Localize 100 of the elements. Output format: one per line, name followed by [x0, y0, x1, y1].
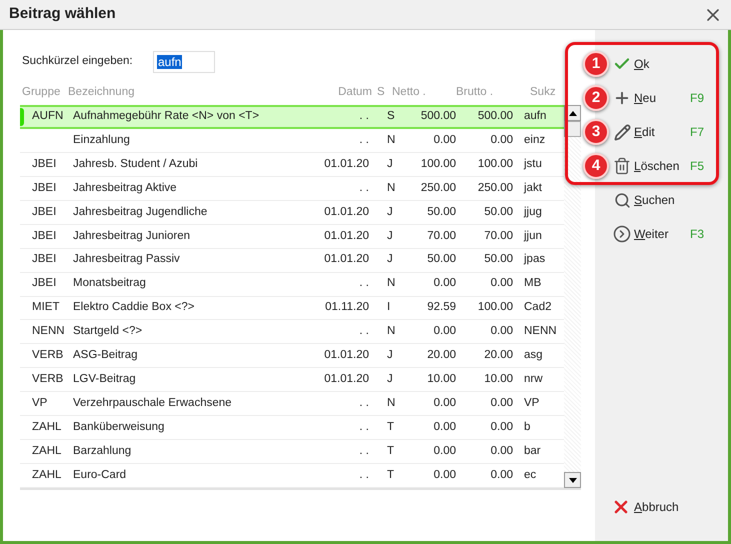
- type-cell-text: J: [387, 204, 394, 220]
- edit-button[interactable]: Edit: [634, 123, 690, 141]
- code-cell-text: MB: [524, 276, 542, 292]
- group-cell-text: JBEI: [32, 204, 58, 220]
- group-cell-text: VERB: [32, 372, 64, 388]
- window-title: Beitrag wählen: [9, 4, 116, 24]
- table-row[interactable]: JBEI Jahresbeitrag Passiv 01.01.20 J 50.00 50.00 jpas: [20, 248, 564, 273]
- net-cell-text: 50.00: [426, 204, 456, 220]
- shortcut-label: F3: [690, 226, 704, 243]
- net-cell-text: 10.00: [426, 372, 456, 388]
- name-cell-text: Jahresbeitrag Passiv: [73, 252, 181, 268]
- chevron-circle-icon: [613, 225, 631, 243]
- net-cell-text: 100.00: [420, 156, 456, 172]
- code-cell-text: nrw: [524, 372, 544, 388]
- number-badge: 3: [583, 119, 609, 145]
- number-badge: 4: [583, 153, 609, 179]
- gross-cell-text: 0.00: [490, 396, 513, 412]
- ok-button[interactable]: Ok: [634, 55, 690, 73]
- delete-button[interactable]: Löschen: [634, 157, 690, 175]
- cancel-button[interactable]: Abbruch: [634, 498, 679, 516]
- up-arrow-icon: [568, 110, 576, 116]
- gross-cell-text: 50.00: [483, 252, 513, 268]
- type-cell-text: T: [387, 420, 396, 436]
- type-cell-text: N: [387, 276, 396, 292]
- gross-cell-text: 100.00: [476, 300, 513, 316]
- plus-icon: [613, 89, 631, 107]
- name-cell-text: Einzahlung: [73, 132, 131, 148]
- date-cell-text: 01.01.20: [323, 204, 369, 220]
- code-cell-text: NENN: [524, 324, 558, 340]
- date-cell-text: 01.01.20: [323, 156, 369, 172]
- gross-cell-text: 10.00: [483, 372, 513, 388]
- table-row[interactable]: VP Verzehrpauschale Erwachsene . . N 0.00 0.00 VP: [20, 392, 564, 416]
- name-cell-text: Jahresb. Student / Azubi: [73, 156, 199, 172]
- net-cell-text: 50.00: [426, 252, 456, 268]
- code-cell-text: einz: [524, 132, 546, 148]
- gross-cell-text: 0.00: [490, 132, 513, 148]
- date-cell-text: 01.01.20: [323, 372, 369, 388]
- net-cell-text: 0.00: [432, 468, 456, 483]
- table-row[interactable]: JBEI Jahresbeitrag Jugendliche 01.01.20 J 50.00 50.00 jjug: [20, 200, 564, 225]
- type-cell-text: N: [387, 180, 396, 196]
- next-button[interactable]: Weiter: [634, 225, 690, 243]
- search-field[interactable]: aufn: [153, 51, 215, 73]
- gross-cell-text: 0.00: [490, 444, 513, 459]
- group-cell-text: NENN: [32, 324, 66, 340]
- number-badge: 1: [583, 51, 609, 77]
- type-cell-text: J: [387, 228, 394, 244]
- group-cell-text: VP: [32, 396, 48, 412]
- date-cell-text: 01.11.20: [324, 300, 369, 316]
- scrollbar[interactable]: [564, 105, 581, 488]
- scroll-down-button[interactable]: [564, 472, 581, 488]
- net-cell-text: 0.00: [432, 276, 456, 292]
- date-cell-text: 01.01.20: [323, 228, 369, 244]
- name-cell-text: Monatsbeitrag: [73, 276, 147, 292]
- name-header: Bezeichnung: [68, 85, 136, 100]
- table-row[interactable]: NENN Startgeld <?> . . N 0.00 0.00 NENN: [20, 320, 564, 344]
- gross-cell-text: 0.00: [490, 324, 513, 340]
- code-cell-text: VP: [524, 396, 540, 412]
- date-header: Datum: [337, 85, 372, 100]
- table-row[interactable]: MIET Elektro Caddie Box <?> 01.11.20 I 92.59 100.00 Cad2: [20, 296, 564, 320]
- group-cell-text: VERB: [32, 348, 64, 364]
- number-badge: 2: [583, 85, 609, 111]
- search-icon: [614, 192, 630, 208]
- net-cell-text: 500.00: [420, 109, 456, 124]
- table-row[interactable]: ZAHL Barzahlung . . T 0.00 0.00 bar: [20, 440, 564, 464]
- trash-icon: [613, 157, 631, 175]
- type-cell-text: N: [387, 132, 396, 148]
- gross-cell-text: 0.00: [490, 420, 513, 436]
- down-arrow-icon: [568, 478, 576, 482]
- name-cell-text: Verzehrpauschale Erwachsene: [73, 396, 233, 412]
- gross-cell-text: 250.00: [476, 180, 513, 196]
- code-header: Sukz: [530, 85, 557, 100]
- date-cell-text: . .: [358, 132, 369, 148]
- type-cell-text: T: [387, 468, 396, 483]
- table-row[interactable]: JBEI Monatsbeitrag . . N 0.00 0.00 MB: [20, 272, 564, 296]
- shortcut-label: F7: [690, 124, 704, 141]
- group-cell-text: JBEI: [32, 180, 58, 196]
- date-cell-text: . .: [358, 324, 369, 340]
- gross-cell-text: 0.00: [490, 276, 513, 292]
- net-cell-text: 92.59: [426, 300, 456, 316]
- table-row[interactable]: ZAHL Euro-Card . . T 0.00 0.00 ec: [20, 464, 564, 488]
- table-row[interactable]: ZAHL Banküberweisung . . T 0.00 0.00 b: [20, 416, 564, 440]
- type-cell-text: N: [387, 324, 396, 340]
- table-row[interactable]: VERB ASG-Beitrag 01.01.20 J 20.00 20.00 asg: [20, 344, 564, 368]
- table-row[interactable]: JBEI Jahresb. Student / Azubi 01.01.20 J 100.00 100.00 jstu: [20, 152, 564, 177]
- name-cell-text: Jahresbeitrag Jugendliche: [73, 204, 208, 220]
- code-cell-text: ec: [524, 468, 538, 483]
- code-cell-text: aufn: [524, 109, 548, 124]
- group-cell-text: JBEI: [32, 276, 58, 292]
- new-button[interactable]: Neu: [634, 89, 690, 107]
- table-row[interactable]: JBEI Jahresbeitrag Aktive . . N 250.00 250.00 jakt: [20, 176, 564, 201]
- date-cell-text: . .: [358, 420, 369, 436]
- search-button[interactable]: Suchen: [634, 191, 690, 209]
- name-cell-text: Banküberweisung: [73, 420, 166, 436]
- table-row[interactable]: VERB LGV-Beitrag 01.01.20 J 10.00 10.00 nrw: [20, 368, 564, 392]
- gross-cell-text: 50.00: [483, 204, 513, 220]
- table-row[interactable]: AUFN Aufnahmegebühr Rate <N> von <T> . . S 500.00 500.00 aufn: [20, 105, 564, 129]
- table-row[interactable]: Einzahlung . . N 0.00 0.00 einz: [20, 128, 564, 153]
- name-cell-text: Barzahlung: [73, 444, 132, 459]
- net-header: Netto .: [392, 85, 427, 100]
- table-row[interactable]: JBEI Jahresbeitrag Junioren 01.01.20 J 70.00 70.00 jjun: [20, 224, 564, 249]
